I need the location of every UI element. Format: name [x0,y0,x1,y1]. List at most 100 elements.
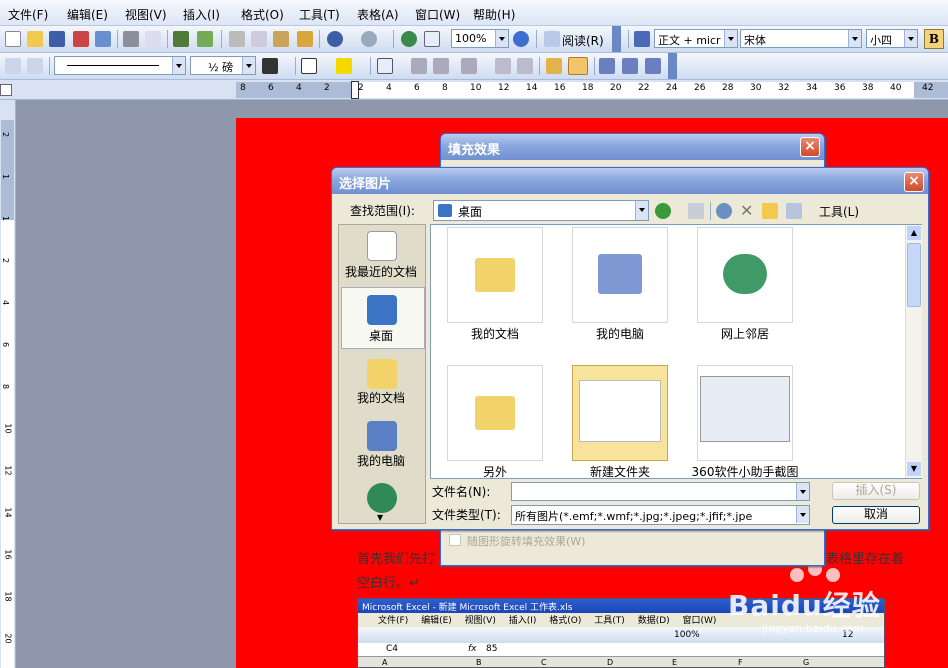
menu-window[interactable]: 窗口(W) [415,6,460,23]
insert-table-icon[interactable] [377,58,393,74]
read-mode-button[interactable]: 阅读(R) [562,32,604,49]
scroll-up-icon[interactable]: ▲ [907,226,921,240]
font-combo[interactable]: 宋体 [740,29,862,48]
permission-icon[interactable] [73,31,89,47]
sort-ascending-icon[interactable] [622,58,638,74]
close-icon[interactable]: × [800,137,820,157]
tab-selector[interactable] [0,84,12,96]
print-preview-icon[interactable] [145,31,161,47]
place-desktop[interactable]: 桌面 [339,327,423,344]
align-icon[interactable] [461,58,477,74]
back-icon[interactable] [655,203,671,219]
cut-icon[interactable] [229,31,245,47]
menu-tools[interactable]: 工具(T) [299,6,340,23]
chevron-down-icon[interactable] [796,483,809,500]
autosum-icon[interactable] [645,58,661,74]
search-web-icon[interactable] [716,203,732,219]
chevron-down-icon[interactable] [724,30,737,47]
close-icon[interactable]: × [904,172,924,192]
menu-format[interactable]: 格式(O) [241,6,284,23]
shading-color-icon[interactable] [336,58,352,74]
file-thumb[interactable] [572,227,668,323]
draw-table-icon[interactable] [5,58,21,74]
file-list-scrollbar[interactable]: ▲ ▼ [905,225,922,478]
open-folder-icon[interactable] [27,31,43,47]
scroll-thumb[interactable] [907,243,921,307]
eraser-icon[interactable] [27,58,43,74]
menu-insert[interactable]: 插入(I) [183,6,220,23]
print-icon[interactable] [123,31,139,47]
research-icon[interactable] [197,31,213,47]
merge-cells-icon[interactable] [411,58,427,74]
menu-help[interactable]: 帮助(H) [473,6,515,23]
chevron-down-icon[interactable] [495,30,508,47]
toolbar-overflow[interactable] [668,53,677,79]
ruler-tick-label: 24 [666,83,678,93]
file-list[interactable]: 我的文档 我的电脑 网上邻居 另外 新建文件夹 360软件小助手截图 ▲ ▼ [430,224,922,479]
ruler-tick-label: 18 [582,83,594,93]
chevron-down-icon[interactable] [172,57,185,74]
file-thumb[interactable] [572,365,668,461]
new-folder-icon[interactable] [762,203,778,219]
distribute-columns-icon[interactable] [517,58,533,74]
chevron-down-icon[interactable] [796,506,809,523]
save-icon[interactable] [49,31,65,47]
place-my-computer[interactable]: 我的电脑 [339,452,423,469]
spelling-icon[interactable] [173,31,189,47]
look-in-combo[interactable]: 桌面 [433,200,649,221]
views-icon[interactable] [786,203,802,219]
place-my-documents[interactable]: 我的文档 [339,389,423,406]
border-color-icon[interactable] [262,58,278,74]
styles-icon[interactable] [634,31,650,47]
toolbar-overflow[interactable] [612,26,621,52]
scroll-down-icon[interactable]: ▼ [907,462,921,476]
menu-file[interactable]: 文件(F) [8,6,48,23]
line-style-combo[interactable] [54,56,186,75]
file-name: 另外 [482,465,507,479]
help-icon[interactable] [513,31,529,47]
undo-icon[interactable] [327,31,343,47]
zoom-combo[interactable]: 100% [451,29,509,48]
menu-view[interactable]: 视图(V) [125,6,167,23]
copy-icon[interactable] [251,31,267,47]
table-autoformat-icon[interactable] [546,58,562,74]
paste-icon[interactable] [273,31,289,47]
filetype-select[interactable]: 所有图片(*.emf;*.wmf;*.jpg;*.jpeg;*.jfif;*.j… [511,505,810,525]
rotate-fill-checkbox[interactable] [449,534,461,546]
up-folder-icon[interactable] [688,203,704,219]
distribute-rows-icon[interactable] [495,58,511,74]
cancel-button[interactable]: 取消 [832,506,920,524]
file-thumb[interactable] [447,227,543,323]
new-document-icon[interactable] [5,31,21,47]
filename-input[interactable] [511,482,810,501]
menu-table[interactable]: 表格(A) [357,6,399,23]
chevron-down-icon[interactable] [242,57,255,74]
chevron-down-icon[interactable] [904,30,917,47]
scroll-down-icon[interactable]: ▼ [377,513,383,522]
table-icon[interactable] [424,31,440,47]
text-direction-icon[interactable] [599,58,615,74]
bold-button[interactable]: B [924,29,944,49]
ruler-tick-label: 10 [470,83,482,93]
format-painter-icon[interactable] [297,31,313,47]
tools-menu[interactable]: 工具(L) [819,203,859,220]
show-gridlines-icon[interactable] [568,57,588,75]
place-recent[interactable]: 我最近的文档 [339,263,423,280]
file-thumb[interactable] [697,365,793,461]
insert-button[interactable]: 插入(S) [832,482,920,500]
chevron-down-icon[interactable] [635,201,648,220]
style-combo[interactable]: 正文 + micr [654,29,738,48]
borders-icon[interactable] [301,58,317,74]
font-size-combo[interactable]: 小四 [866,29,918,48]
line-weight-combo[interactable]: ½ 磅 [190,56,256,75]
file-thumb[interactable] [447,365,543,461]
chevron-down-icon[interactable] [848,30,861,47]
split-cells-icon[interactable] [433,58,449,74]
redo-icon[interactable] [361,31,377,47]
menu-edit[interactable]: 编辑(E) [67,6,108,23]
delete-icon[interactable]: ✕ [740,201,753,220]
file-thumb[interactable] [697,227,793,323]
email-icon[interactable] [95,31,111,47]
hyperlink-icon[interactable] [401,31,417,47]
read-mode-icon[interactable] [544,31,560,47]
